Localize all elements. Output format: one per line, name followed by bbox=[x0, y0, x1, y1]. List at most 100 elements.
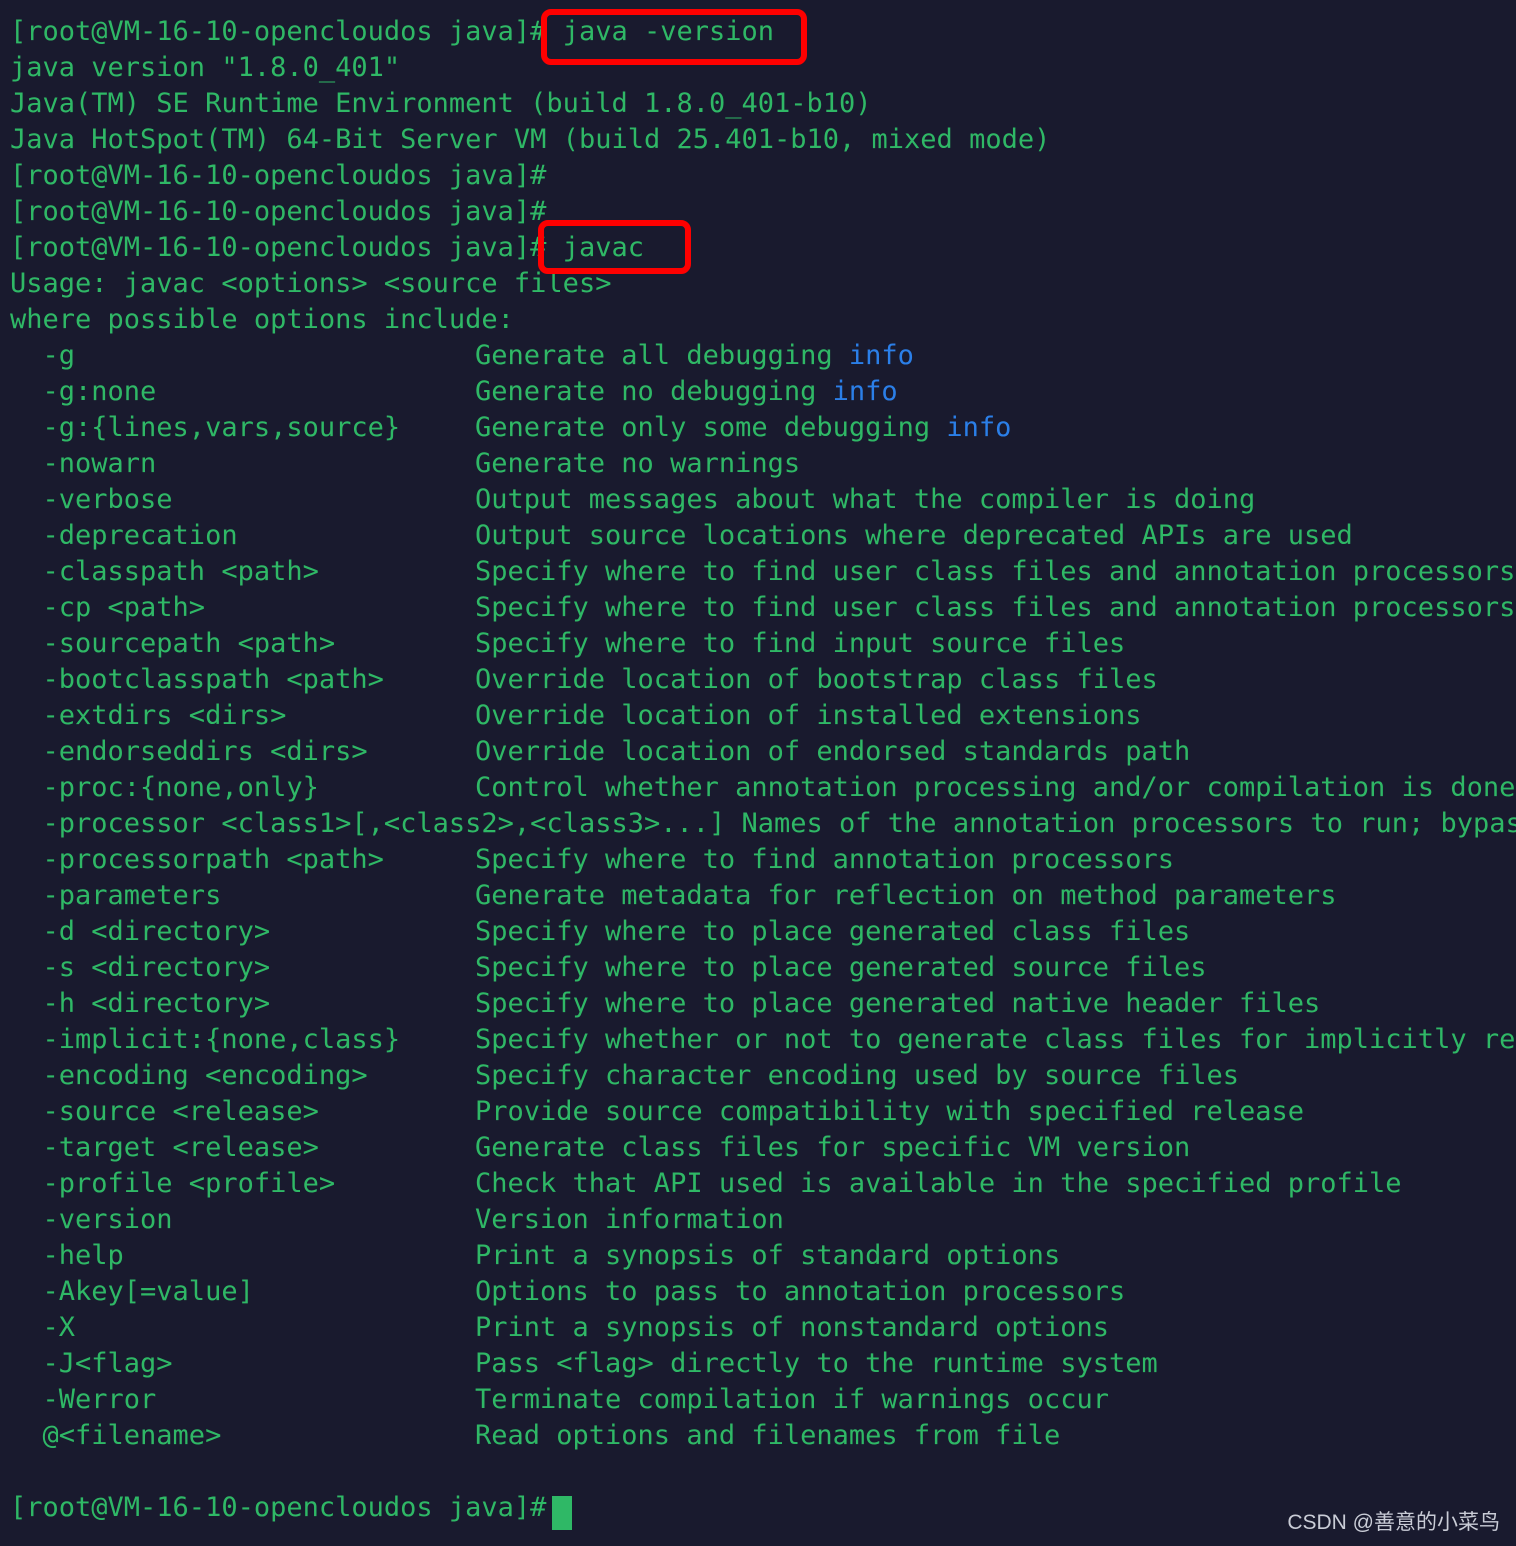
javac-option-description: Control whether annotation processing an… bbox=[475, 770, 1516, 806]
javac-option-row: -version Version information bbox=[10, 1202, 1516, 1238]
prompt-string-javac: [root@VM-16-10-opencloudos java]# bbox=[10, 232, 563, 263]
javac-option-row: -target <release> Generate class files fo… bbox=[10, 1130, 1516, 1166]
javac-option-flag: @<filename> bbox=[10, 1420, 222, 1451]
javac-option-flag: -J<flag> bbox=[10, 1348, 173, 1379]
description-text: Specify whether or not to generate class… bbox=[475, 1024, 1516, 1055]
javac-option-flag: -d <directory> bbox=[10, 916, 271, 947]
javac-option-row: -d <directory> Specify where to place gen… bbox=[10, 914, 1516, 950]
description-text: Generate no debugging bbox=[475, 376, 833, 407]
javac-option-description: Pass <flag> directly to the runtime syst… bbox=[475, 1346, 1158, 1382]
javac-option-flag: -classpath <path> bbox=[10, 556, 319, 587]
description-text: Pass <flag> directly to the runtime syst… bbox=[475, 1348, 1158, 1379]
javac-option-flag: -parameters bbox=[10, 880, 222, 911]
javac-option-flag: -version bbox=[10, 1204, 173, 1235]
javac-option-flag: -bootclasspath <path> bbox=[10, 664, 384, 695]
javac-option-description: Provide source compatibility with specif… bbox=[475, 1094, 1304, 1130]
javac-option-row: -g Generate all debugging info bbox=[10, 338, 1516, 374]
javac-option-row: -deprecation Output source locations wher… bbox=[10, 518, 1516, 554]
output-java-version-3: Java HotSpot(TM) 64-Bit Server VM (build… bbox=[10, 124, 1051, 155]
javac-option-description: Specify where to place generated native … bbox=[475, 986, 1320, 1022]
javac-option-description: Generate no warnings bbox=[475, 446, 800, 482]
description-text: Generate metadata for reflection on meth… bbox=[475, 880, 1337, 911]
usage-line: Usage: javac <options> <source files> bbox=[10, 268, 612, 299]
command-line-java-version: [root@VM-16-10-opencloudos java]# java -… bbox=[10, 14, 1516, 50]
javac-option-row: -profile <profile> Check that API used is… bbox=[10, 1166, 1516, 1202]
javac-option-row: -s <directory> Specify where to place gen… bbox=[10, 950, 1516, 986]
description-text: Names of the annotation processors to ru… bbox=[741, 808, 1516, 839]
javac-option-row: -Werror Terminate compilation if warnings… bbox=[10, 1382, 1516, 1418]
javac-option-row: -bootclasspath <path> Override location o… bbox=[10, 662, 1516, 698]
javac-option-flag: -g:{lines,vars,source} bbox=[10, 412, 401, 443]
javac-option-flag: -s <directory> bbox=[10, 952, 271, 983]
javac-option-description: Generate no debugging info bbox=[475, 374, 898, 410]
javac-option-description: Print a synopsis of nonstandard options bbox=[475, 1310, 1109, 1346]
javac-option-description: Version information bbox=[475, 1202, 784, 1238]
javac-option-row: -sourcepath <path> Specify where to find … bbox=[10, 626, 1516, 662]
javac-option-row: -classpath <path> Specify where to find u… bbox=[10, 554, 1516, 590]
description-text: Terminate compilation if warnings occur bbox=[475, 1384, 1109, 1415]
javac-option-row: -nowarn Generate no warnings bbox=[10, 446, 1516, 482]
javac-option-flag: -sourcepath <path> bbox=[10, 628, 336, 659]
javac-option-row: -endorseddirs <dirs> Override location of… bbox=[10, 734, 1516, 770]
javac-option-flag: -help bbox=[10, 1240, 124, 1271]
typed-command-java-version: java -version bbox=[562, 16, 775, 47]
description-keyword: info bbox=[946, 412, 1012, 443]
empty-prompt-2: [root@VM-16-10-opencloudos java]# bbox=[10, 196, 563, 227]
javac-option-flag: -target <release> bbox=[10, 1132, 319, 1163]
empty-prompt-1: [root@VM-16-10-opencloudos java]# bbox=[10, 160, 563, 191]
description-text: Specify where to find user class files a… bbox=[475, 592, 1516, 623]
javac-option-flag: -deprecation bbox=[10, 520, 238, 551]
terminal-window[interactable]: [root@VM-16-10-opencloudos java]# java -… bbox=[0, 0, 1516, 1546]
javac-option-description: Read options and filenames from file bbox=[475, 1418, 1060, 1454]
description-text: Generate all debugging bbox=[475, 340, 849, 371]
javac-option-description: Override location of endorsed standards … bbox=[475, 734, 1190, 770]
description-text: Print a synopsis of nonstandard options bbox=[475, 1312, 1109, 1343]
csdn-watermark: CSDN @善意的小菜鸟 bbox=[1287, 1511, 1500, 1534]
javac-option-flag: -Akey[=value] bbox=[10, 1276, 254, 1307]
description-text: Read options and filenames from file bbox=[475, 1420, 1061, 1451]
javac-option-row: -cp <path> Specify where to find user cla… bbox=[10, 590, 1516, 626]
javac-option-row: -h <directory> Specify where to place gen… bbox=[10, 986, 1516, 1022]
description-text: Specify where to find annotation process… bbox=[475, 844, 1174, 875]
javac-option-description: Options to pass to annotation processors bbox=[475, 1274, 1125, 1310]
javac-option-flag: -nowarn bbox=[10, 448, 157, 479]
description-text: Control whether annotation processing an… bbox=[475, 772, 1516, 803]
javac-option-flag: -endorseddirs <dirs> bbox=[10, 736, 368, 767]
description-text: Check that API used is available in the … bbox=[475, 1168, 1402, 1199]
javac-option-description: Terminate compilation if warnings occur bbox=[475, 1382, 1109, 1418]
description-text: Specify where to place generated class f… bbox=[475, 916, 1191, 947]
prompt-string: [root@VM-16-10-opencloudos java]# bbox=[10, 16, 563, 47]
where-options-line: where possible options include: bbox=[10, 304, 514, 335]
description-text: Generate only some debugging bbox=[475, 412, 947, 443]
javac-option-flag: -proc:{none,only} bbox=[10, 772, 319, 803]
javac-option-flag: -cp <path> bbox=[10, 592, 206, 623]
description-text: Specify where to find user class files a… bbox=[475, 556, 1516, 587]
javac-option-description: Specify where to place generated source … bbox=[475, 950, 1207, 986]
javac-option-row: -verbose Output messages about what the c… bbox=[10, 482, 1516, 518]
command-line-javac: [root@VM-16-10-opencloudos java]# javac bbox=[10, 230, 1516, 266]
javac-option-row: -g:none Generate no debugging info bbox=[10, 374, 1516, 410]
description-text: Specify where to find input source files bbox=[475, 628, 1126, 659]
javac-option-row: -proc:{none,only} Control whether annotat… bbox=[10, 770, 1516, 806]
javac-option-description: Override location of bootstrap class fil… bbox=[475, 662, 1158, 698]
javac-option-description: Names of the annotation processors to ru… bbox=[742, 808, 1516, 839]
javac-option-flag: -verbose bbox=[10, 484, 173, 515]
description-keyword: info bbox=[848, 340, 914, 371]
javac-option-description: Specify where to find input source files bbox=[475, 626, 1125, 662]
typed-command-javac: javac bbox=[562, 232, 644, 263]
javac-option-row: -J<flag> Pass <flag> directly to the runt… bbox=[10, 1346, 1516, 1382]
javac-option-flag: -h <directory> bbox=[10, 988, 271, 1019]
description-text: Generate no warnings bbox=[475, 448, 801, 479]
description-text: Generate class files for specific VM ver… bbox=[475, 1132, 1191, 1163]
description-text: Provide source compatibility with specif… bbox=[475, 1096, 1305, 1127]
javac-options-list: -g Generate all debugging info -g:none Gen… bbox=[10, 338, 1516, 1454]
javac-option-description: Output messages about what the compiler … bbox=[475, 482, 1255, 518]
javac-option-row: -g:{lines,vars,source} Generate only some… bbox=[10, 410, 1516, 446]
javac-option-description: Output source locations where deprecated… bbox=[475, 518, 1353, 554]
javac-option-description: Specify where to place generated class f… bbox=[475, 914, 1190, 950]
javac-option-flag: -processor <class1>[,<class2>,<class3>..… bbox=[10, 808, 742, 839]
description-text: Specify character encoding used by sourc… bbox=[475, 1060, 1240, 1091]
javac-option-row: -processorpath <path> Specify where to fi… bbox=[10, 842, 1516, 878]
javac-option-row: -encoding <encoding> Specify character en… bbox=[10, 1058, 1516, 1094]
javac-option-row: -help Print a synopsis of standard option… bbox=[10, 1238, 1516, 1274]
